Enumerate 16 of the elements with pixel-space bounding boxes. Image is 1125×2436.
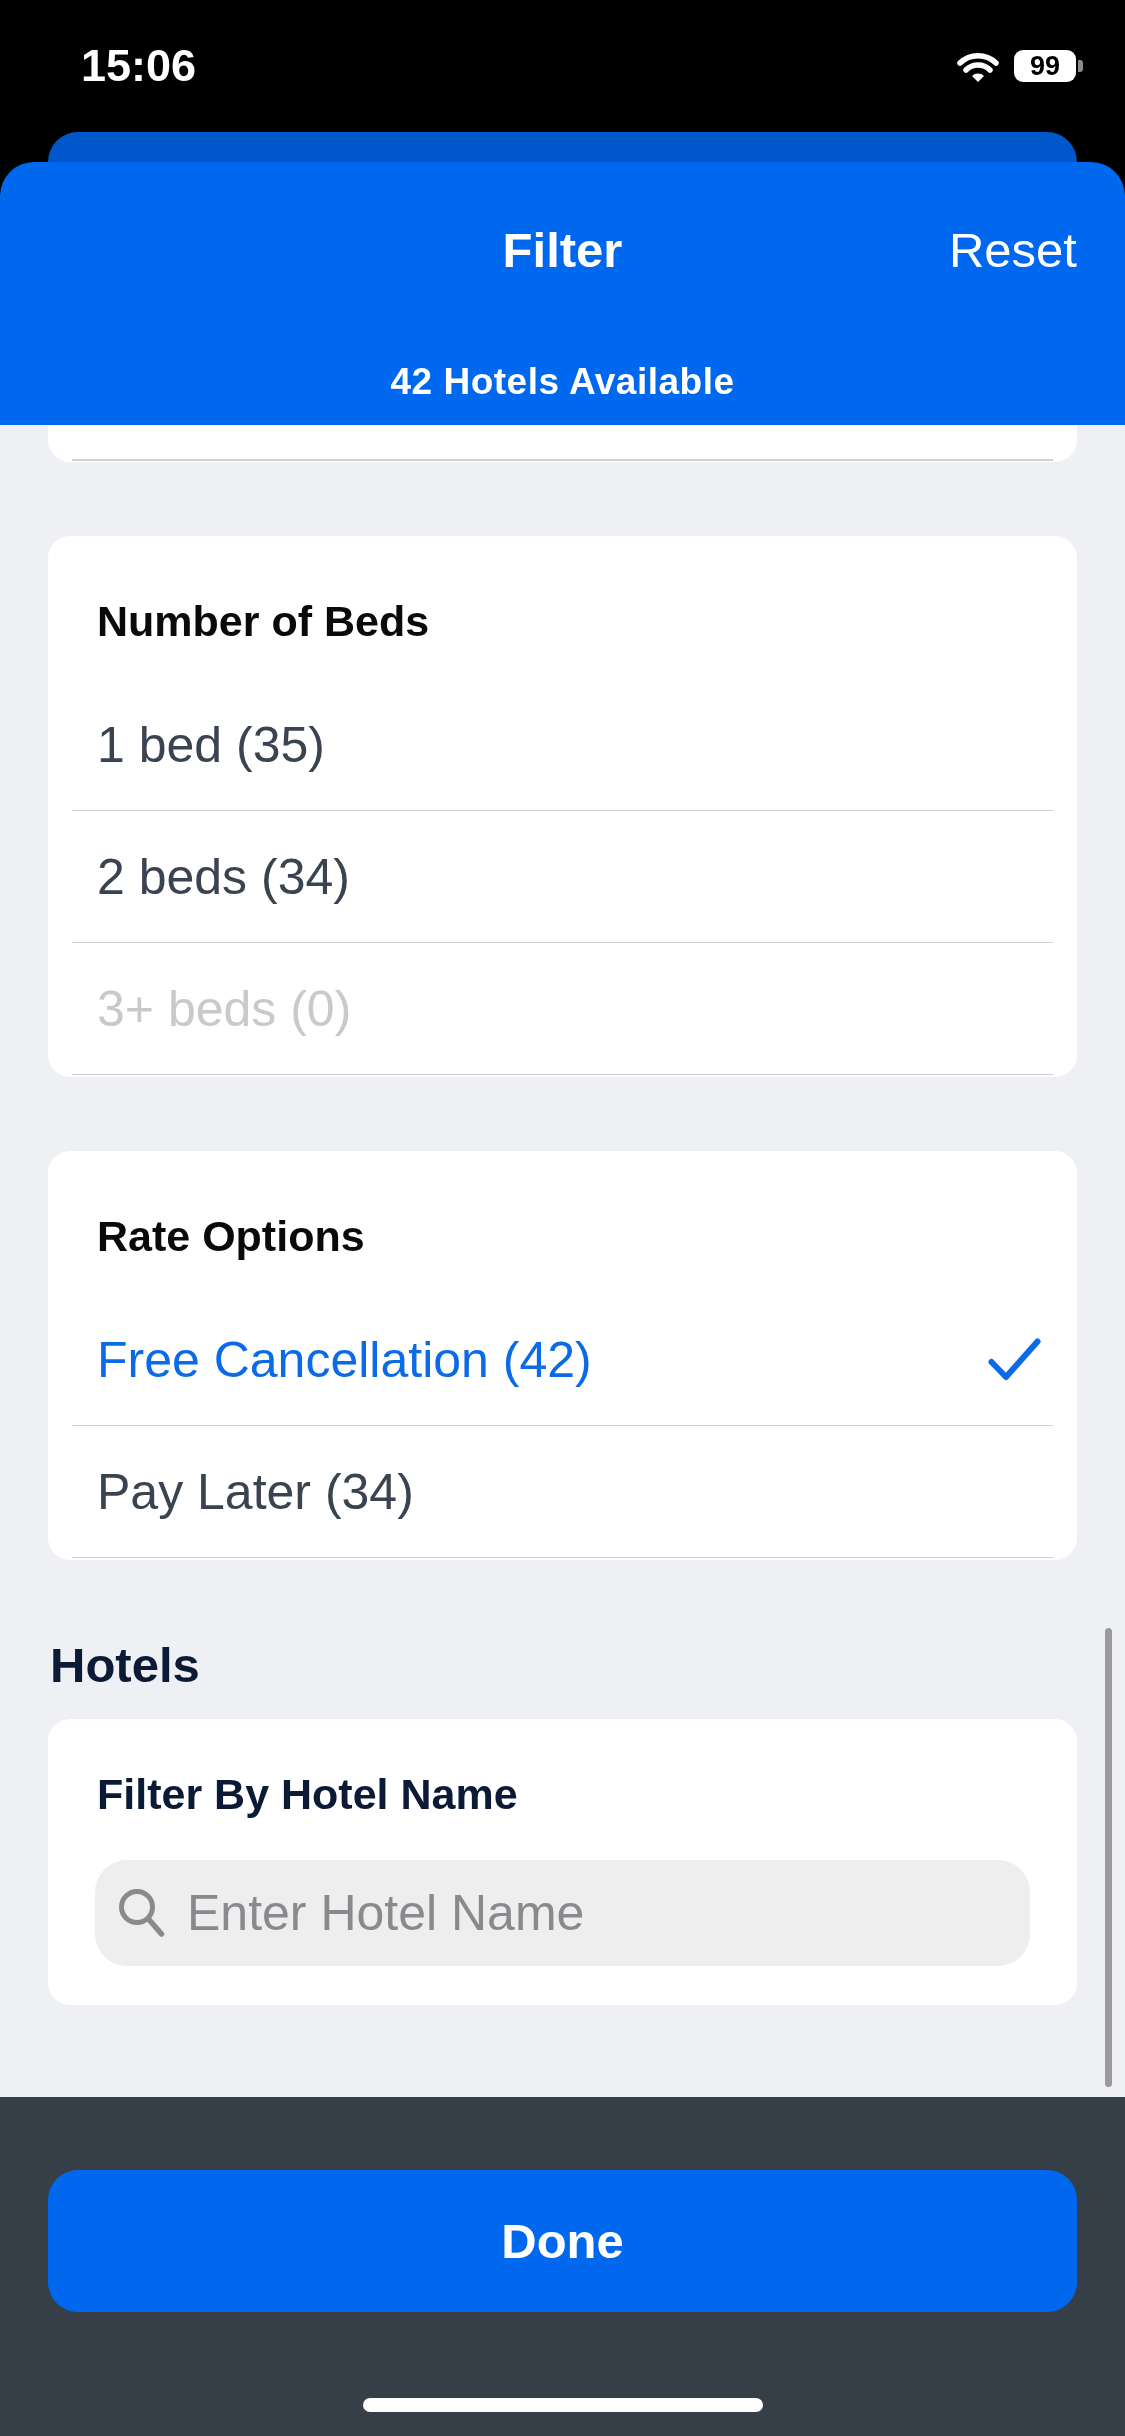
done-button[interactable]: Done bbox=[48, 2170, 1077, 2312]
filter-option[interactable]: Pay Later (34) bbox=[72, 1426, 1053, 1558]
header-title: Filter bbox=[502, 222, 623, 278]
battery-indicator: 99 bbox=[1014, 50, 1083, 82]
reset-button[interactable]: Reset bbox=[949, 222, 1077, 278]
search-field[interactable]: Enter Hotel Name bbox=[95, 1860, 1030, 1966]
status-time: 15:06 bbox=[81, 39, 197, 93]
section-title: Rate Options bbox=[97, 1211, 365, 1261]
section-title: Number of Beds bbox=[97, 596, 430, 646]
filter-option[interactable]: 1 bed (35) bbox=[72, 679, 1053, 811]
search-icon bbox=[118, 1888, 165, 1938]
filter-option[interactable]: Free Cancellation (42) bbox=[72, 1294, 1053, 1426]
section-heading: Hotels bbox=[50, 1638, 200, 1692]
field-label: Filter By Hotel Name bbox=[97, 1769, 518, 1819]
results-count: 42 Hotels Available bbox=[390, 359, 735, 404]
filter-option[interactable]: 2 beds (34) bbox=[72, 811, 1053, 943]
